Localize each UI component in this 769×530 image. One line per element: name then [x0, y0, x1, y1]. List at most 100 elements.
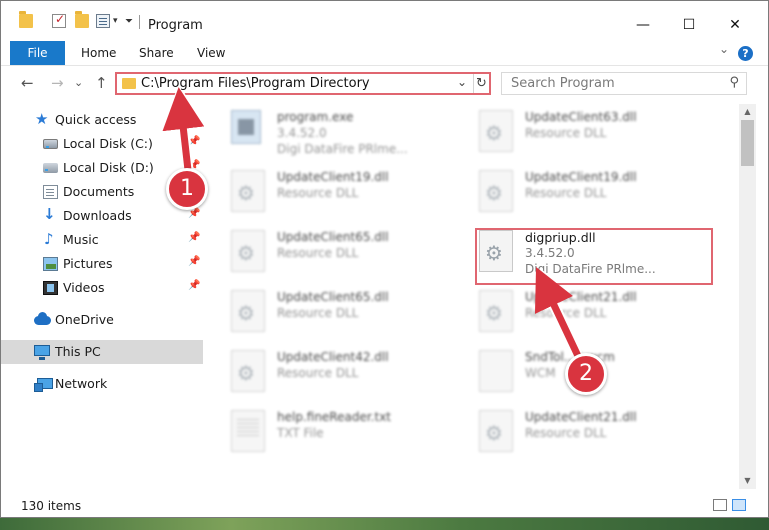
window-title: Program	[148, 18, 203, 33]
properties-list-icon[interactable]	[96, 14, 110, 28]
dll-icon: ⚙	[231, 230, 265, 272]
sidebar-item-videos[interactable]: Videos 📌	[1, 276, 203, 300]
gear-icon: ⚙	[237, 361, 255, 385]
sidebar-item-local-disk-c[interactable]: Local Disk (C:) 📌	[1, 132, 203, 156]
file-item[interactable]: program.exe 3.4.52.0 Digi DataFire PRlme…	[205, 104, 445, 162]
step-1-badge: 1	[166, 168, 208, 210]
file-item[interactable]: ⚙ UpdateClient65.dll Resource DLL	[205, 224, 445, 282]
scroll-thumb[interactable]	[741, 120, 754, 166]
gear-icon: ⚙	[485, 421, 503, 445]
sidebar-item-quick-access[interactable]: ★ Quick access	[1, 108, 203, 132]
large-icons-view-icon[interactable]	[732, 499, 746, 511]
address-path[interactable]: C:\Program Files\Program Directory	[141, 76, 370, 91]
sidebar-item-label: Pictures	[63, 256, 113, 271]
sidebar-item-downloads[interactable]: ↓ Downloads 📌	[1, 204, 203, 228]
refresh-button[interactable]: ↻	[473, 74, 489, 93]
scroll-up-icon[interactable]: ▲	[739, 104, 756, 120]
file-type: Resource DLL	[277, 246, 359, 260]
dll-icon: ⚙	[479, 170, 513, 212]
sidebar-item-label: Music	[63, 232, 99, 247]
navigation-pane: ★ Quick access Local Disk (C:) 📌 Local D…	[1, 104, 205, 489]
minimize-button[interactable]: —	[620, 11, 666, 39]
explorer-window: ▾ ⏷ Program — ☐ ✕ File Home Share View ⌄…	[0, 0, 769, 518]
txt-icon	[231, 410, 265, 452]
file-type: Resource DLL	[525, 126, 607, 140]
item-count: 130 items	[21, 499, 82, 513]
sidebar-item-onedrive[interactable]: OneDrive	[1, 308, 203, 332]
forward-button[interactable]: →	[51, 74, 64, 92]
file-type: Resource DLL	[525, 186, 607, 200]
tab-share[interactable]: Share	[131, 41, 182, 65]
file-item[interactable]: ⚙ UpdateClient42.dll Resource DLL	[205, 344, 445, 402]
file-type: Resource DLL	[277, 186, 359, 200]
address-dropdown-icon[interactable]: ⌄	[457, 75, 467, 89]
file-name: UpdateClient63.dll	[525, 110, 637, 124]
expand-ribbon-icon[interactable]: ⌄	[719, 42, 729, 56]
status-bar: 130 items	[1, 491, 768, 517]
file-item[interactable]: ⚙ UpdateClient65.dll Resource DLL	[205, 284, 445, 342]
file-item[interactable]: ⚙ UpdateClient19.dll Resource DLL	[453, 164, 693, 222]
dll-icon: ⚙	[231, 170, 265, 212]
file-version: 3.4.52.0	[277, 126, 327, 140]
file-item[interactable]: help.fineReader.txt TXT File	[205, 404, 445, 462]
folder-icon[interactable]	[19, 11, 33, 28]
file-item[interactable]: ⚙ UpdateClient19.dll Resource DLL	[205, 164, 445, 222]
search-input[interactable]: Search Program	[511, 76, 615, 91]
file-type: Resource DLL	[277, 306, 359, 320]
file-item[interactable]: ⚙ UpdateClient63.dll Resource DLL	[453, 104, 693, 162]
recent-locations-button[interactable]: ⌄	[74, 76, 83, 89]
properties-check-icon[interactable]	[52, 12, 66, 28]
sidebar-item-pictures[interactable]: Pictures 📌	[1, 252, 203, 276]
navigation-bar: ← → ⌄ ↑ C:\Program Files\Program Directo…	[1, 66, 768, 102]
dll-icon: ⚙	[479, 410, 513, 452]
title-bar: ▾ ⏷ Program — ☐ ✕	[1, 1, 768, 39]
file-item[interactable]: ⚙ UpdateClient21.dll Resource DLL	[453, 284, 693, 342]
scroll-down-icon[interactable]: ▼	[739, 473, 756, 489]
highlight-box	[475, 228, 713, 285]
customize-toolbar-icon[interactable]: ⏷	[125, 16, 133, 27]
maximize-button[interactable]: ☐	[666, 11, 712, 39]
sidebar-item-label: Documents	[63, 184, 135, 199]
search-icon[interactable]: ⚲	[729, 75, 739, 90]
pin-icon[interactable]: 📌	[188, 280, 200, 291]
sidebar-item-music[interactable]: ♪ Music 📌	[1, 228, 203, 252]
tab-home[interactable]: Home	[73, 41, 124, 65]
gear-icon: ⚙	[237, 241, 255, 265]
file-list: program.exe 3.4.52.0 Digi DataFire PRlme…	[205, 104, 739, 489]
chevron-down-icon[interactable]: ▾	[113, 16, 118, 26]
close-button[interactable]: ✕	[712, 11, 758, 39]
star-icon: ★	[35, 110, 49, 128]
pin-icon[interactable]: 📌	[188, 136, 200, 147]
pictures-icon	[43, 257, 58, 271]
videos-icon	[43, 281, 58, 295]
tab-file[interactable]: File	[10, 41, 65, 65]
address-bar[interactable]: C:\Program Files\Program Directory ⌄ ↻	[115, 72, 491, 95]
new-folder-icon[interactable]	[75, 11, 89, 28]
gear-icon: ⚙	[237, 301, 255, 325]
dll-icon: ⚙	[231, 350, 265, 392]
file-name: UpdateClient65.dll	[277, 230, 389, 244]
help-icon[interactable]: ?	[738, 46, 753, 61]
file-name: UpdateClient19.dll	[525, 170, 637, 184]
sidebar-item-this-pc[interactable]: This PC	[1, 340, 203, 364]
gear-icon: ⚙	[237, 181, 255, 205]
file-item[interactable]: ⚙ UpdateClient21.dll Resource DLL	[453, 404, 693, 462]
file-description: Digi DataFire PRlme...	[277, 142, 408, 156]
disk-icon	[43, 163, 58, 173]
sidebar-item-label: Quick access	[55, 112, 137, 127]
tab-view[interactable]: View	[189, 41, 233, 65]
pin-icon[interactable]: 📌	[188, 256, 200, 267]
file-name: help.fineReader.txt	[277, 410, 391, 424]
details-view-icon[interactable]	[713, 499, 727, 511]
vertical-scrollbar[interactable]: ▲ ▼	[739, 104, 756, 489]
pin-icon[interactable]: 📌	[188, 232, 200, 243]
sidebar-item-network[interactable]: Network	[1, 372, 203, 396]
download-icon: ↓	[43, 205, 56, 223]
search-box[interactable]: Search Program ⚲	[501, 72, 747, 95]
back-button[interactable]: ←	[21, 74, 34, 92]
network-icon	[34, 378, 53, 392]
up-button[interactable]: ↑	[95, 74, 108, 92]
gear-icon: ⚙	[485, 181, 503, 205]
file-name: UpdateClient21.dll	[525, 410, 637, 424]
ribbon: File Home Share View ⌄ ?	[1, 41, 768, 66]
